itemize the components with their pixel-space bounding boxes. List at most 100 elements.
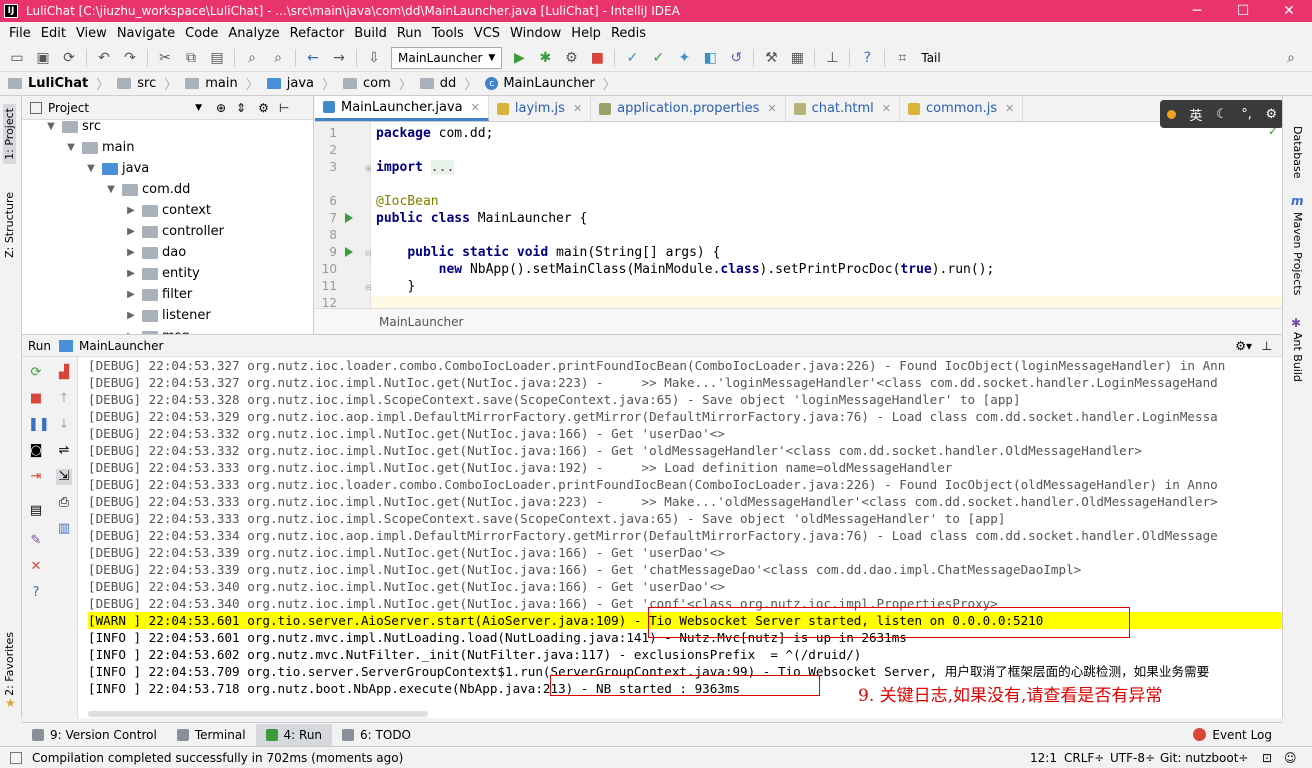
- revert-icon[interactable]: ↺: [725, 47, 747, 69]
- tree-item[interactable]: ▼ src: [22, 116, 314, 137]
- print-icon[interactable]: ⎙: [56, 495, 72, 511]
- database-tool-tab[interactable]: Database: [1291, 126, 1304, 179]
- menu-refactor[interactable]: Refactor: [285, 26, 350, 41]
- fold-icon[interactable]: ⊟: [365, 283, 372, 292]
- menu-run[interactable]: Run: [392, 26, 427, 41]
- close-tab-icon[interactable]: ✕: [882, 102, 891, 115]
- redo-icon[interactable]: ↷: [119, 47, 141, 69]
- vcs-compare-icon[interactable]: ✦: [673, 47, 695, 69]
- breadcrumb-java[interactable]: java 〉: [266, 74, 343, 93]
- project-panel-title[interactable]: Project: [48, 101, 89, 115]
- copy-icon[interactable]: ⧉: [180, 47, 202, 69]
- tab-run[interactable]: 4: Run: [255, 723, 333, 746]
- cursor-position[interactable]: 12:1: [1030, 751, 1057, 765]
- menu-tools[interactable]: Tools: [427, 26, 469, 41]
- menu-vcs[interactable]: VCS: [469, 26, 505, 41]
- exit-icon[interactable]: ⇥: [28, 469, 44, 485]
- settings-icon[interactable]: ⚒: [760, 47, 782, 69]
- chevron-down-icon[interactable]: ▼: [84, 163, 98, 174]
- find-icon[interactable]: ⌕: [241, 47, 263, 69]
- menu-edit[interactable]: Edit: [36, 26, 71, 41]
- run-config-tab[interactable]: MainLauncher: [79, 339, 163, 353]
- sync-icon[interactable]: ⟳: [58, 47, 80, 69]
- moon-icon[interactable]: ☾: [1216, 107, 1228, 122]
- code-line[interactable]: public static void main(String[] args) {: [376, 245, 720, 260]
- project-structure-icon[interactable]: ▦: [786, 47, 808, 69]
- close-tab-icon[interactable]: ✕: [1005, 102, 1014, 115]
- undo-icon[interactable]: ↶: [93, 47, 115, 69]
- close-tab-icon[interactable]: ✕: [471, 101, 480, 114]
- structure-tool-tab[interactable]: Z: Structure: [3, 192, 16, 258]
- editor-tab[interactable]: MainLauncher.java ✕: [315, 96, 489, 121]
- code-line[interactable]: public class MainLauncher {: [376, 211, 587, 226]
- editor-tab[interactable]: chat.html ✕: [786, 96, 900, 121]
- tail-label[interactable]: Tail: [921, 51, 940, 65]
- editor-tab[interactable]: application.properties ✕: [591, 96, 786, 121]
- ime-language[interactable]: 英: [1189, 105, 1202, 124]
- rerun-icon[interactable]: ⟳: [28, 365, 44, 381]
- paste-icon[interactable]: ▤: [206, 47, 228, 69]
- breadcrumb-project[interactable]: LuliChat 〉: [8, 74, 117, 93]
- stop-icon[interactable]: ■: [586, 47, 608, 69]
- cut-icon[interactable]: ✂: [154, 47, 176, 69]
- console-output[interactable]: [DEBUG] 22:04:53.327 org.nutz.ioc.loader…: [88, 357, 1282, 697]
- locate-icon[interactable]: ⊕: [216, 101, 226, 115]
- run-icon[interactable]: ▶: [508, 47, 530, 69]
- event-log-tab[interactable]: Event Log: [1183, 724, 1282, 746]
- gear-icon[interactable]: ⚙: [258, 101, 269, 115]
- help-icon[interactable]: ?: [856, 47, 878, 69]
- stop-icon[interactable]: ■: [28, 391, 44, 407]
- file-encoding[interactable]: UTF-8÷: [1110, 751, 1155, 765]
- editor-tab[interactable]: common.js ✕: [900, 96, 1024, 121]
- minimize-button[interactable]: ─: [1174, 0, 1220, 22]
- menu-navigate[interactable]: Navigate: [112, 26, 180, 41]
- tree-item[interactable]: ▼ com.dd: [22, 179, 314, 200]
- lock-icon[interactable]: ⊡: [1262, 751, 1272, 765]
- wrap-icon[interactable]: ⇌: [56, 443, 72, 459]
- back-icon[interactable]: ←: [302, 47, 324, 69]
- chevron-right-icon[interactable]: ▶: [124, 310, 138, 321]
- fold-icon[interactable]: ⊞: [365, 164, 372, 173]
- pause-icon[interactable]: ❚❚: [28, 417, 50, 433]
- tab-terminal[interactable]: Terminal: [167, 724, 256, 746]
- favorites-tool-tab[interactable]: 2: Favorites: [3, 632, 16, 696]
- forward-icon[interactable]: →: [328, 47, 350, 69]
- tree-item[interactable]: ▼ java: [22, 158, 314, 179]
- menu-help[interactable]: Help: [566, 26, 606, 41]
- brush-icon[interactable]: ▟: [56, 365, 72, 381]
- tree-item[interactable]: ▼ main: [22, 137, 314, 158]
- open-folder-icon[interactable]: ▭: [6, 47, 28, 69]
- chevron-right-icon[interactable]: ▶: [124, 289, 138, 300]
- code-line[interactable]: }: [376, 279, 415, 294]
- down-icon[interactable]: ↓: [56, 417, 72, 433]
- tab-todo[interactable]: 6: TODO: [332, 724, 421, 746]
- search-everywhere-icon[interactable]: ⌕: [1280, 47, 1302, 69]
- code-line[interactable]: new NbApp().setMainClass(MainModule.clas…: [376, 262, 995, 277]
- close-icon[interactable]: ✕: [28, 559, 44, 575]
- run-gutter-icon[interactable]: [345, 247, 353, 257]
- chevron-down-icon[interactable]: ▼: [64, 142, 78, 153]
- status-toggle-icon[interactable]: [10, 751, 22, 764]
- run-gutter-icon[interactable]: [345, 213, 353, 223]
- chevron-right-icon[interactable]: ▶: [124, 226, 138, 237]
- debug-icon[interactable]: ✱: [534, 47, 556, 69]
- maven-tool-tab[interactable]: Maven Projects: [1291, 212, 1304, 295]
- chevron-down-icon[interactable]: ▼: [104, 184, 118, 195]
- tab-version-control[interactable]: 9: Version Control: [22, 724, 167, 746]
- code-line[interactable]: import ...: [376, 160, 455, 175]
- menu-view[interactable]: View: [71, 26, 112, 41]
- hide-icon[interactable]: ⊢: [279, 101, 289, 115]
- ant-tool-tab[interactable]: Ant Build: [1291, 332, 1304, 382]
- menu-redis[interactable]: Redis: [606, 26, 651, 41]
- punctuation-icon[interactable]: °,: [1241, 107, 1252, 122]
- tree-item[interactable]: ▶ listener: [22, 305, 314, 326]
- coverage-icon[interactable]: ⚙: [560, 47, 582, 69]
- breadcrumb-main[interactable]: main 〉: [185, 74, 267, 93]
- editor-breadcrumb[interactable]: MainLauncher: [315, 308, 1282, 334]
- chevron-right-icon[interactable]: ▶: [124, 205, 138, 216]
- tree-item[interactable]: ▶ context: [22, 200, 314, 221]
- run-config-dropdown[interactable]: MainLauncher ▼: [391, 46, 503, 69]
- save-icon[interactable]: ▣: [32, 47, 54, 69]
- collapse-icon[interactable]: ⇕: [236, 101, 246, 115]
- maximize-button[interactable]: ☐: [1220, 0, 1266, 22]
